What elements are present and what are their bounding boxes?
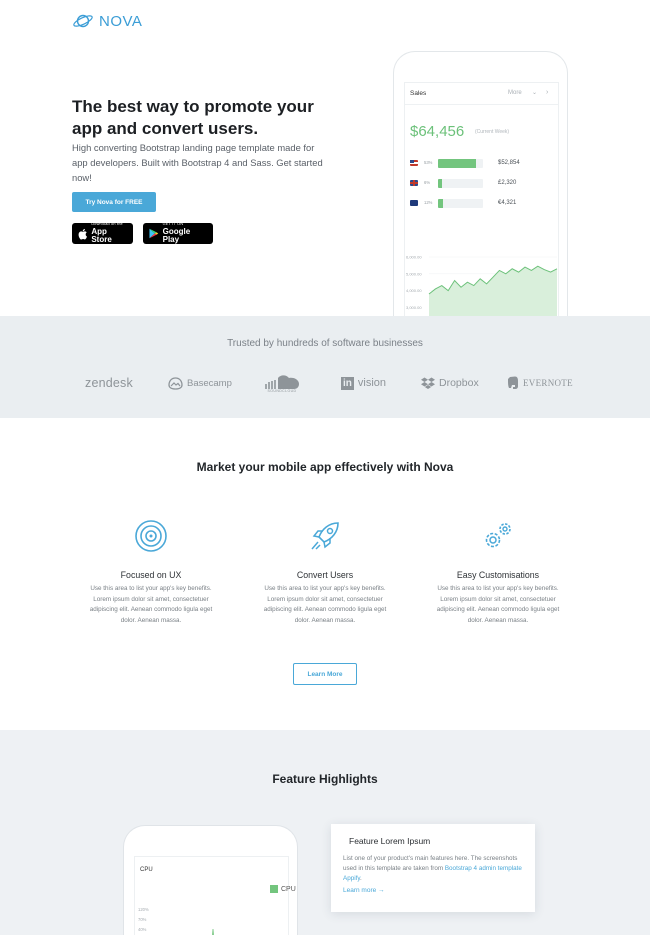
country-amount: £2,320 [498,180,517,186]
hero-title: The best way to promote your app and con… [72,97,314,138]
trusted-section: Trusted by hundreds of software business… [0,316,650,418]
elephant-icon [508,376,518,389]
country-row: 12% €4,321 [410,199,555,209]
app-store-button[interactable]: Download on the App Store [72,222,133,244]
feature-title: Focused on UX [120,570,182,580]
cpu-tick-label: 120% [138,907,149,912]
try-free-button[interactable]: Try Nova for FREE [72,192,156,212]
dropbox-icon [421,377,435,389]
feature-card: Convert Users Use this area to list your… [262,518,388,626]
sales-header: Sales More ⌄ › [405,83,558,105]
feature-description: Use this area to list your app's key ben… [89,585,213,624]
country-bar [438,159,483,168]
country-amount: €4,321 [498,200,517,206]
feature-title: Convert Users [296,570,354,580]
sales-total: $64,456 [410,123,465,140]
country-bar-fill [438,199,444,208]
learn-more-button[interactable]: Learn More [293,663,357,685]
eu-flag-icon [410,200,418,206]
y-tick-label: 4,000.00 [406,288,422,293]
chevron-down-icon: ⌄ [532,90,538,96]
cpu-chart: 120% 70% 40% [138,907,241,935]
soundcloud-logo: SOUNDCLOUD [262,370,302,396]
feature-description: Use this area to list your app's key ben… [436,585,560,624]
feature-description: Use this area to list your app's key ben… [263,585,387,624]
legend-label: CPU [281,885,296,893]
country-percent: 6% [424,180,431,185]
legend-swatch [270,885,278,893]
sales-total-label: (Current Week) [475,129,510,135]
gears-icon [485,523,511,548]
uk-flag-icon [410,180,418,186]
feature-title: Easy Customisations [456,570,540,580]
feature-highlights-section: Feature Highlights CPU 120% 70% 40% CPU Fe… [0,730,650,935]
country-bar [438,179,483,188]
learn-more-link[interactable]: Learn more → [343,887,385,894]
basecamp-text: Basecamp [187,377,232,389]
brand-logo[interactable]: NOVA [72,10,142,32]
planet-icon [73,14,93,28]
cpu-legend: CPU [270,885,296,893]
google-play-button[interactable]: GET IT ON Google Play [143,222,213,244]
cpu-spike [212,928,214,935]
evernote-logo: EVERNOTE [507,370,573,396]
country-amount: $52,854 [498,160,520,166]
feature-card: Focused on UX Use this area to list your… [88,518,214,626]
chevron-right-icon[interactable]: › [546,89,548,96]
country-bar-fill [438,159,477,168]
brand-name: NOVA [99,12,143,30]
us-flag-icon [410,160,418,166]
invision-text: vision [357,377,387,389]
country-row: 6% £2,320 [410,179,555,189]
sales-title: Sales [410,90,427,97]
country-percent: 12% [424,200,433,205]
play-store-icon [149,228,159,239]
target-icon [135,520,167,552]
app-store-big-text: App Store [91,226,112,244]
market-title: Market your mobile app effectively with … [196,460,454,474]
highlights-title: Feature Highlights [272,772,378,786]
soundcloud-text: SOUNDCLOUD [267,389,297,393]
highlight-text-after: . [360,875,362,882]
apple-icon [78,228,88,240]
cpu-label: CPU [140,867,153,873]
basecamp-logo: Basecamp [168,370,232,396]
hero-description: High converting Bootstrap landing page t… [72,142,323,183]
y-tick-label: 3,000.00 [406,305,422,310]
more-dropdown[interactable]: More [508,90,522,96]
cpu-screen: CPU 120% 70% 40% [134,856,289,935]
phone-mockup: Sales More ⌄ › $64,456 (Current Week) 53… [393,51,568,342]
invision-logo: in vision [341,370,386,396]
cpu-tick-label: 70% [138,917,147,922]
partner-logos: zendesk Basecamp SOUNDCLOUD in vision Dr… [0,370,650,396]
country-percent: 53% [424,160,433,165]
country-bar [438,199,483,208]
evernote-text: EVERNOTE [523,378,573,388]
y-tick-label: 5,000.00 [406,271,422,276]
dropbox-logo: Dropbox [421,370,479,396]
zendesk-text: zendesk [85,376,133,390]
rocket-icon [311,522,339,550]
feature-card-highlight: Feature Lorem Ipsum List one of your pro… [331,824,535,912]
trusted-title: Trusted by hundreds of software business… [227,338,423,349]
highlight-card-text: List one of your product's main features… [343,854,523,884]
dropbox-text: Dropbox [439,377,479,389]
feature-card: Easy Customisations Use this area to lis… [435,518,561,626]
y-tick-label: 6,000.00 [406,255,422,260]
invision-box-text: in [341,376,354,390]
zendesk-logo: zendesk [85,370,133,396]
phone-screen: Sales More ⌄ › $64,456 (Current Week) 53… [404,82,559,342]
phone-mockup-cpu: CPU 120% 70% 40% [123,825,298,935]
cpu-tick-label: 40% [138,927,147,932]
highlight-card-title: Feature Lorem Ipsum [349,836,431,846]
basecamp-icon [168,376,183,390]
country-row: 53% $52,854 [410,159,555,169]
google-play-big-text: Google Play [162,226,191,244]
country-bar-fill [438,179,442,188]
